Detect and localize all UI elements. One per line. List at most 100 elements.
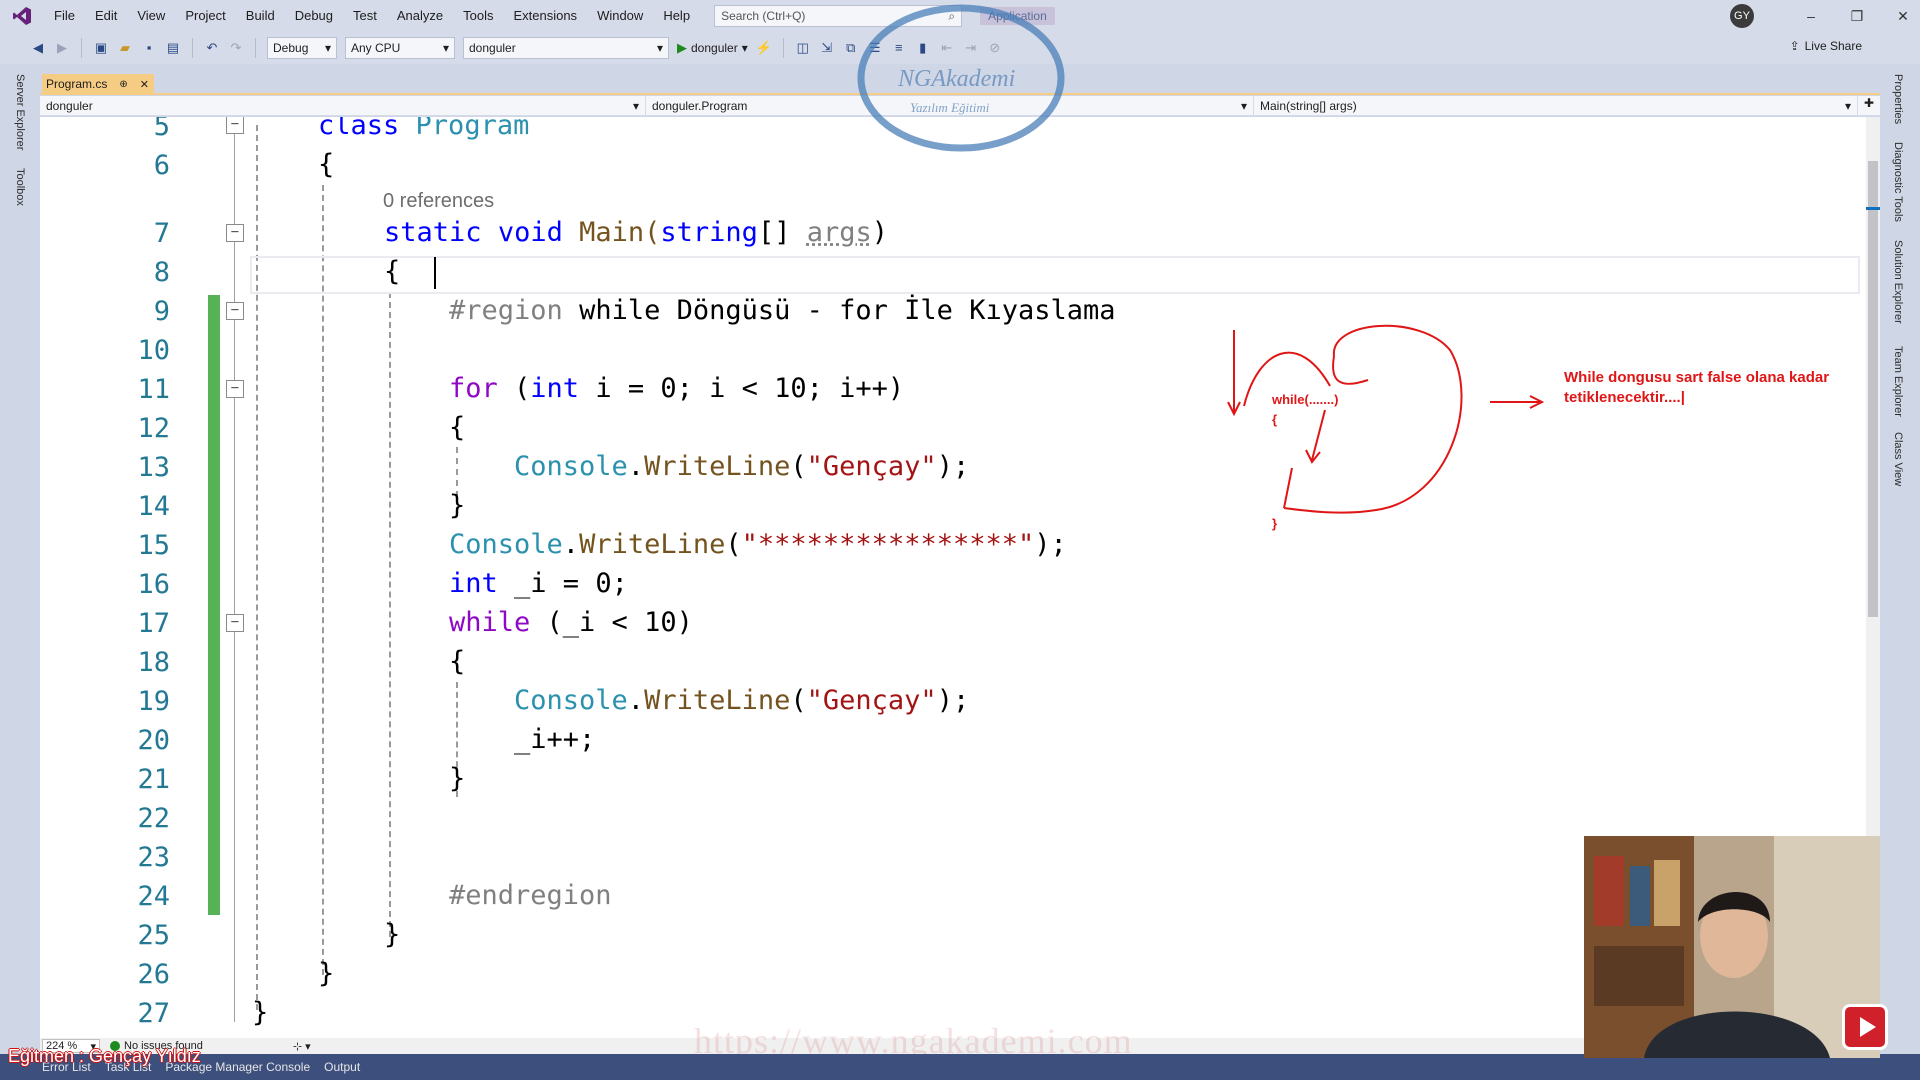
region-name: while Döngüsü - for İle Kıyaslama — [579, 295, 1116, 326]
tab-output[interactable]: Output — [324, 1060, 360, 1074]
configuration-value: Debug — [273, 41, 309, 55]
menu-edit[interactable]: Edit — [85, 0, 127, 32]
window-controls: GY – ❐ ✕ — [1730, 0, 1912, 32]
undo-icon[interactable]: ↶ — [204, 40, 220, 56]
split-window-icon[interactable]: ✚ — [1858, 96, 1880, 115]
toolbar-separator — [255, 38, 256, 58]
back-icon[interactable]: ◀ — [30, 40, 46, 56]
menu-help[interactable]: Help — [653, 0, 700, 32]
menu-extensions[interactable]: Extensions — [503, 0, 587, 32]
solution-configuration-select[interactable]: Debug ▾ — [267, 37, 337, 59]
code-line-19[interactable]: Console.WriteLine("Gençay"); — [514, 685, 969, 716]
menu-tools[interactable]: Tools — [453, 0, 503, 32]
team-explorer-tab[interactable]: Team Explorer — [1892, 346, 1904, 417]
code-line-25[interactable]: } — [384, 919, 400, 950]
server-explorer-tab[interactable]: Server Explorer — [14, 74, 26, 150]
visual-studio-logo-icon[interactable] — [0, 0, 44, 32]
solution-platform-select[interactable]: Any CPU ▾ — [345, 37, 455, 59]
share-icon: ⇪ — [1789, 39, 1800, 53]
line-number: 23 — [137, 842, 170, 873]
collapse-region-icon[interactable]: − — [226, 302, 244, 320]
code-line-11[interactable]: for (int i = 0; i < 10; i++) — [449, 373, 904, 404]
user-avatar[interactable]: GY — [1730, 4, 1754, 28]
keyword: void — [497, 217, 563, 248]
keyword: while — [449, 607, 531, 638]
code-line-14[interactable]: } — [449, 490, 465, 521]
open-file-icon[interactable]: ▰ — [117, 40, 133, 56]
code-line-20[interactable]: _i++; — [514, 724, 595, 755]
class-view-tab[interactable]: Class View — [1892, 432, 1904, 486]
toolbox-tab[interactable]: Toolbox — [14, 168, 26, 206]
code-line-27[interactable]: } — [252, 997, 268, 1028]
diagnostic-tools-tab[interactable]: Diagnostic Tools — [1892, 142, 1904, 222]
collapse-class-icon[interactable]: − — [226, 117, 244, 134]
collapse-method-icon[interactable]: − — [226, 224, 244, 242]
restore-icon[interactable]: ❐ — [1848, 8, 1866, 25]
menu-file[interactable]: File — [44, 0, 85, 32]
redo-icon[interactable]: ↷ — [228, 40, 244, 56]
method-name: WriteLine — [644, 685, 791, 716]
hot-reload-icon[interactable]: ⚡ — [756, 40, 772, 56]
start-debugging-button[interactable]: ▶ donguler ▾ — [677, 40, 748, 56]
code-line-9[interactable]: #region while Döngüsü - for İle Kıyaslam… — [449, 295, 1116, 326]
collapse-while-icon[interactable]: − — [226, 614, 244, 632]
code-line-21[interactable]: } — [449, 763, 465, 794]
close-tab-icon[interactable]: ✕ — [140, 78, 149, 91]
pin-icon[interactable]: ⊕ — [119, 79, 127, 90]
startup-project-select[interactable]: donguler ▾ — [463, 37, 669, 59]
punctuation: . — [627, 685, 645, 716]
codelens-references[interactable]: 0 references — [383, 190, 494, 213]
code-line-5[interactable]: class Program — [318, 117, 529, 141]
caret-position-marker — [1866, 207, 1880, 210]
code-line-18[interactable]: { — [449, 646, 465, 677]
member-navigation-select[interactable]: Main(string[] args) ▾ — [1254, 96, 1858, 116]
startup-project-value: donguler — [469, 41, 516, 55]
code-line-7[interactable]: static void Main(string[] args) — [384, 217, 888, 248]
collapse-for-icon[interactable]: − — [226, 380, 244, 398]
code-line-8[interactable]: { — [384, 256, 400, 287]
code-line-13[interactable]: Console.WriteLine("Gençay"); — [514, 451, 969, 482]
line-number: 27 — [137, 998, 170, 1029]
keyword: static — [384, 217, 482, 248]
tab-label: Program.cs — [46, 77, 108, 91]
close-icon[interactable]: ✕ — [1894, 8, 1912, 25]
new-project-icon[interactable]: ▣ — [93, 40, 109, 56]
menu-view[interactable]: View — [127, 0, 175, 32]
browse-icon[interactable]: ◫ — [795, 40, 811, 56]
region-keyword: #region — [449, 295, 563, 326]
tab-program-cs[interactable]: Program.cs ⊕ ✕ — [42, 74, 154, 94]
menu-analyze[interactable]: Analyze — [387, 0, 453, 32]
minimize-icon[interactable]: – — [1802, 8, 1820, 24]
menu-window[interactable]: Window — [587, 0, 653, 32]
chevron-down-icon: ▾ — [1240, 99, 1247, 113]
brush-icon[interactable]: ⊹ ▾ — [293, 1040, 311, 1053]
menu-debug[interactable]: Debug — [285, 0, 343, 32]
save-all-icon[interactable]: ▤ — [165, 40, 181, 56]
code-line-26[interactable]: } — [318, 958, 334, 989]
live-share-button[interactable]: ⇪ Live Share — [1790, 39, 1862, 53]
properties-tab[interactable]: Properties — [1892, 74, 1904, 124]
code-line-17[interactable]: while (_i < 10) — [449, 607, 693, 638]
menu-test[interactable]: Test — [343, 0, 387, 32]
line-number: 19 — [137, 686, 170, 717]
code-line-12[interactable]: { — [449, 412, 465, 443]
scrollbar-thumb[interactable] — [1868, 161, 1878, 617]
code-line-15[interactable]: Console.WriteLine("****************"); — [449, 529, 1067, 560]
solution-explorer-tab[interactable]: Solution Explorer — [1892, 240, 1904, 324]
menu-build[interactable]: Build — [236, 0, 285, 32]
code-line-16[interactable]: int _i = 0; — [449, 568, 628, 599]
save-icon[interactable]: ▪ — [141, 40, 157, 56]
youtube-play-icon[interactable] — [1842, 1004, 1888, 1050]
keyword: for — [449, 373, 498, 404]
sketch-while-label: while(.......) — [1272, 392, 1339, 407]
forward-icon[interactable]: ▶ — [54, 40, 70, 56]
project-navigation-select[interactable]: donguler ▾ — [40, 96, 646, 116]
menu-project[interactable]: Project — [175, 0, 235, 32]
punctuation: . — [562, 529, 580, 560]
code-line-6[interactable]: { — [318, 149, 334, 180]
step-icon[interactable]: ⇲ — [819, 40, 835, 56]
webcam-image — [1584, 836, 1880, 1058]
line-number: 20 — [137, 725, 170, 756]
line-number: 12 — [137, 413, 170, 444]
code-line-24[interactable]: #endregion — [449, 880, 612, 911]
